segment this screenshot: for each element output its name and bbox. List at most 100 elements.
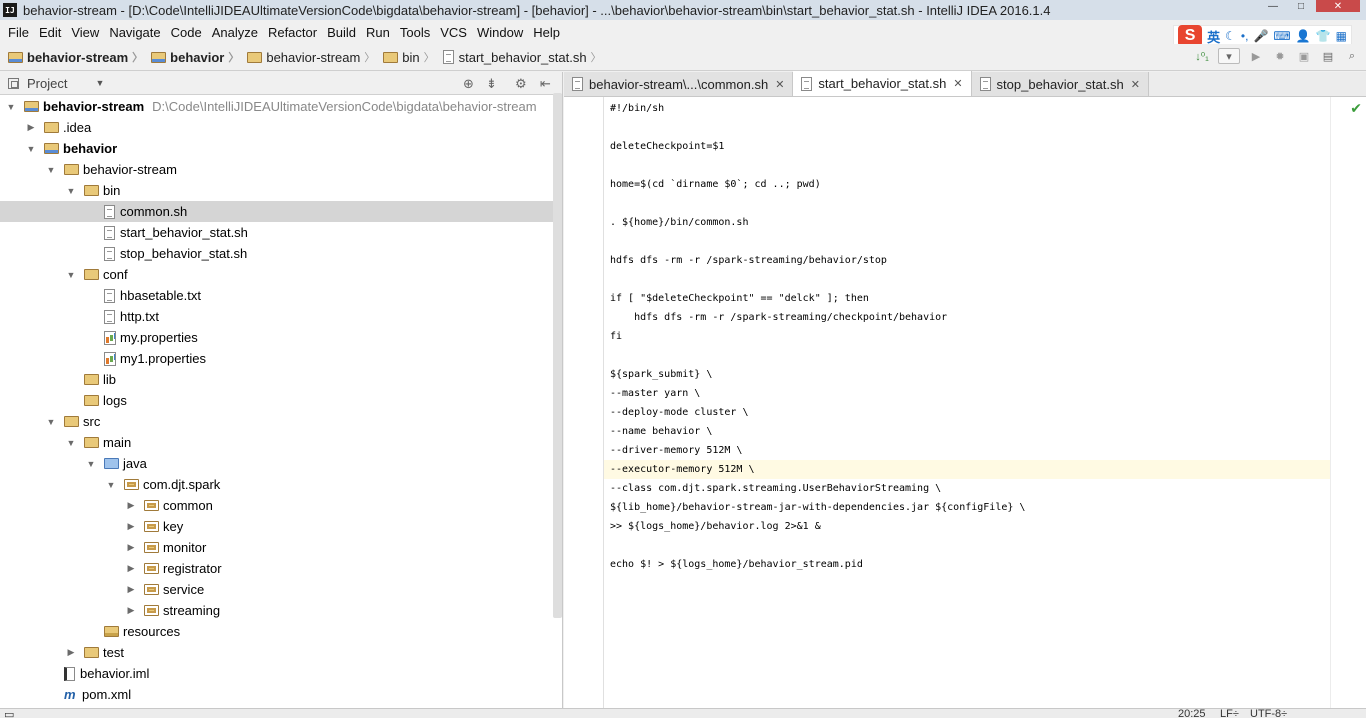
tree-node[interactable]: ▼ conf [0, 264, 553, 285]
tree-node[interactable]: http.txt [0, 306, 553, 327]
minimize-button[interactable]: — [1260, 0, 1286, 12]
locate-icon[interactable]: ⊕ [463, 76, 474, 92]
collapse-arrow-icon[interactable]: ▶ [124, 521, 138, 532]
tree-node[interactable]: resources [0, 621, 553, 642]
close-tab-icon[interactable]: ✕ [1131, 78, 1140, 91]
tree-node[interactable]: ▼ behavior-stream D:\Code\IntelliJIDEAUlti… [0, 96, 553, 117]
microphone-icon[interactable]: 🎤 [1253, 29, 1268, 43]
menu-window[interactable]: Window [472, 25, 528, 40]
tree-node[interactable]: ▶ monitor [0, 537, 553, 558]
project-structure-icon[interactable]: ▤ [1320, 48, 1336, 64]
collapse-arrow-icon[interactable]: ▶ [124, 500, 138, 511]
tree-node[interactable]: ▶ key [0, 516, 553, 537]
expand-arrow-icon[interactable]: ▼ [4, 102, 18, 112]
run-icon[interactable]: ▶ [1248, 48, 1264, 64]
menu-navigate[interactable]: Navigate [104, 25, 165, 40]
line-separator[interactable]: LF÷ [1220, 709, 1239, 718]
tree-node[interactable]: ▼ behavior [0, 138, 553, 159]
tree-node[interactable]: logs [0, 390, 553, 411]
tree-node[interactable]: ▶ test [0, 642, 553, 663]
ime-mode-toggle[interactable]: 英 [1207, 27, 1220, 46]
tree-node[interactable]: ▼ main [0, 432, 553, 453]
hide-panel-icon[interactable]: ⇤ [540, 76, 551, 92]
editor-tab[interactable]: stop_behavior_stat.sh ✕ [971, 72, 1149, 96]
tree-node[interactable]: ▼ bin [0, 180, 553, 201]
expand-arrow-icon[interactable]: ▼ [24, 144, 38, 154]
expand-arrow-icon[interactable]: ▼ [64, 270, 78, 280]
breadcrumb-item[interactable]: start_behavior_stat.sh 〉 [442, 49, 608, 65]
menu-tools[interactable]: Tools [395, 25, 435, 40]
tree-node[interactable]: ▶ streaming [0, 600, 553, 621]
debug-icon[interactable]: ✹ [1272, 48, 1288, 64]
expand-arrow-icon[interactable]: ▼ [104, 480, 118, 490]
expand-arrow-icon[interactable]: ▼ [44, 165, 58, 175]
menu-file[interactable]: File [3, 25, 34, 40]
tree-node[interactable]: stop_behavior_stat.sh [0, 243, 553, 264]
collapse-arrow-icon[interactable]: ▶ [24, 122, 38, 133]
menu-help[interactable]: Help [528, 25, 565, 40]
editor-tab[interactable]: start_behavior_stat.sh ✕ [793, 71, 972, 96]
tree-node[interactable]: behavior.iml [0, 663, 553, 684]
tree-node[interactable]: ▼ src [0, 411, 553, 432]
collapse-arrow-icon[interactable]: ▶ [124, 584, 138, 595]
status-left-icon[interactable]: ▭ [4, 709, 14, 718]
maximize-button[interactable]: □ [1288, 0, 1314, 12]
search-icon[interactable]: ⌕ [1344, 48, 1360, 64]
breadcrumb-item[interactable]: behavior 〉 [151, 49, 245, 65]
close-tab-icon[interactable]: ✕ [775, 78, 784, 91]
editor-tab[interactable]: behavior-stream\...\common.sh ✕ [564, 72, 794, 96]
tree-node[interactable]: my1.properties [0, 348, 553, 369]
menu-run[interactable]: Run [361, 25, 395, 40]
sort-icon[interactable]: ↓⁰₁ [1194, 48, 1210, 64]
collapse-arrow-icon[interactable]: ▶ [124, 563, 138, 574]
expand-arrow-icon[interactable]: ▼ [84, 459, 98, 469]
menu-analyze[interactable]: Analyze [207, 25, 263, 40]
run-config-dropdown[interactable]: ▾ [1218, 48, 1240, 64]
collapse-arrow-icon[interactable]: ▶ [64, 647, 78, 658]
menu-view[interactable]: View [66, 25, 104, 40]
gear-icon[interactable]: ⚙ [515, 76, 527, 92]
caret-position[interactable]: 20:25 [1178, 709, 1206, 718]
code-editor[interactable]: #!/bin/sh deleteCheckpoint=$1 home=$(cd `d… [604, 97, 1330, 708]
expand-arrow-icon[interactable]: ▼ [44, 417, 58, 427]
collapse-all-icon[interactable]: ⇟ [486, 76, 497, 92]
project-panel-title[interactable]: Project [27, 76, 67, 91]
tree-node[interactable]: my.properties [0, 327, 553, 348]
tree-node[interactable]: ▼ com.djt.spark [0, 474, 553, 495]
breadcrumb-item[interactable]: behavior-stream 〉 [247, 49, 381, 65]
breadcrumb-item[interactable]: behavior-stream 〉 [8, 49, 149, 65]
tree-node[interactable]: ▶ registrator [0, 558, 553, 579]
collapse-arrow-icon[interactable]: ▶ [124, 605, 138, 616]
tree-node[interactable]: m pom.xml [0, 684, 553, 705]
close-window-button[interactable]: ✕ [1316, 0, 1360, 12]
menu-code[interactable]: Code [166, 25, 207, 40]
moon-icon[interactable]: ☾ [1225, 29, 1236, 43]
collapse-arrow-icon[interactable]: ▶ [124, 542, 138, 553]
punctuation-icon[interactable]: •, [1241, 29, 1249, 43]
skin-icon[interactable]: 👕 [1316, 29, 1331, 43]
close-tab-icon[interactable]: ✕ [953, 77, 962, 90]
file-encoding[interactable]: UTF-8÷ [1250, 709, 1287, 718]
expand-arrow-icon[interactable]: ▼ [64, 186, 78, 196]
tree-node[interactable]: start_behavior_stat.sh [0, 222, 553, 243]
tree-node[interactable]: ▶ .idea [0, 117, 553, 138]
expand-arrow-icon[interactable]: ▼ [64, 438, 78, 448]
coverage-icon[interactable]: ▣ [1296, 48, 1312, 64]
user-icon[interactable]: 👤 [1296, 29, 1311, 43]
breadcrumb-item[interactable]: bin 〉 [383, 49, 440, 65]
menu-edit[interactable]: Edit [34, 25, 66, 40]
tree-node[interactable]: common.sh [0, 201, 553, 222]
keyboard-icon[interactable]: ⌨ [1273, 29, 1290, 43]
tree-node[interactable]: ▼ behavior-stream [0, 159, 553, 180]
menu-vcs[interactable]: VCS [435, 25, 472, 40]
toolbox-icon[interactable]: ▦ [1336, 29, 1347, 43]
project-tree-scrollbar[interactable] [553, 93, 562, 618]
menu-refactor[interactable]: Refactor [263, 25, 322, 40]
tree-node[interactable]: ▼ java [0, 453, 553, 474]
tree-node[interactable]: ▶ common [0, 495, 553, 516]
menu-build[interactable]: Build [322, 25, 361, 40]
tree-node[interactable]: hbasetable.txt [0, 285, 553, 306]
tree-node[interactable]: ▶ service [0, 579, 553, 600]
tree-node[interactable]: lib [0, 369, 553, 390]
chevron-down-icon[interactable]: ▼ [95, 78, 104, 88]
